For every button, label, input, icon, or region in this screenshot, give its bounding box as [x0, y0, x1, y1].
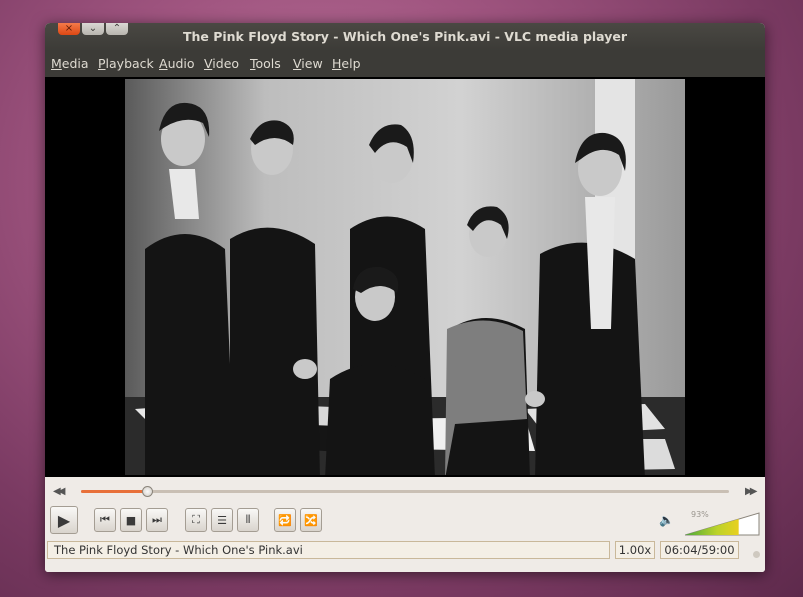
seek-forward-button[interactable]: ▶▶: [745, 486, 758, 497]
menu-help[interactable]: Help: [332, 56, 361, 71]
extended-settings-button[interactable]: ⫴: [237, 508, 259, 532]
previous-button[interactable]: ⏮: [94, 508, 116, 532]
fullscreen-icon: ⛶: [192, 513, 200, 526]
play-icon: ▶: [57, 510, 71, 530]
menu-media[interactable]: Media: [51, 56, 89, 71]
stop-icon: ■: [125, 513, 137, 527]
vlc-window: × ⌄ ⌃ The Pink Floyd Story - Which One's…: [45, 23, 765, 572]
playlist-button[interactable]: ☰: [211, 508, 233, 532]
equalizer-icon: ⫴: [245, 513, 251, 526]
next-icon: ⏭: [152, 513, 162, 526]
volume-slider[interactable]: [685, 512, 760, 536]
loop-button[interactable]: 🔁: [274, 508, 296, 532]
menu-bar: Media Playback Audio Video Tools View He…: [45, 51, 765, 77]
seek-bar[interactable]: [81, 486, 729, 497]
playback-rate[interactable]: 1.00x: [615, 541, 655, 559]
menu-view[interactable]: View: [293, 56, 323, 71]
menu-playback[interactable]: Playback: [98, 56, 154, 71]
random-button[interactable]: 🔀: [300, 508, 322, 532]
menu-audio[interactable]: Audio: [159, 56, 195, 71]
playlist-icon: ☰: [217, 513, 227, 527]
seek-handle[interactable]: [142, 486, 154, 497]
seek-progress: [81, 490, 148, 493]
random-icon: 🔀: [304, 513, 318, 527]
control-panel: ◀◀ ▶▶ ▶ ⏮ ■ ⏭ ⛶ ☰ ⫴ 🔁 🔀 🔈 93% The Pink F…: [45, 477, 765, 572]
next-button[interactable]: ⏭: [146, 508, 168, 532]
menu-tools[interactable]: Tools: [250, 56, 281, 71]
menu-video[interactable]: Video: [204, 56, 239, 71]
resize-grip[interactable]: [753, 551, 760, 558]
loop-icon: 🔁: [278, 513, 292, 527]
stop-button[interactable]: ■: [120, 508, 142, 532]
fullscreen-button[interactable]: ⛶: [185, 508, 207, 532]
status-filename: The Pink Floyd Story - Which One's Pink.…: [47, 541, 610, 559]
video-area[interactable]: [45, 77, 765, 477]
title-bar: × ⌄ ⌃ The Pink Floyd Story - Which One's…: [45, 23, 765, 51]
volume-icon[interactable]: 🔈: [659, 513, 674, 527]
time-display[interactable]: 06:04/59:00: [660, 541, 739, 559]
video-frame: [125, 79, 685, 475]
play-button[interactable]: ▶: [50, 506, 78, 534]
seek-back-button[interactable]: ◀◀: [53, 486, 66, 497]
window-title: The Pink Floyd Story - Which One's Pink.…: [182, 29, 628, 44]
previous-icon: ⏮: [100, 513, 110, 526]
